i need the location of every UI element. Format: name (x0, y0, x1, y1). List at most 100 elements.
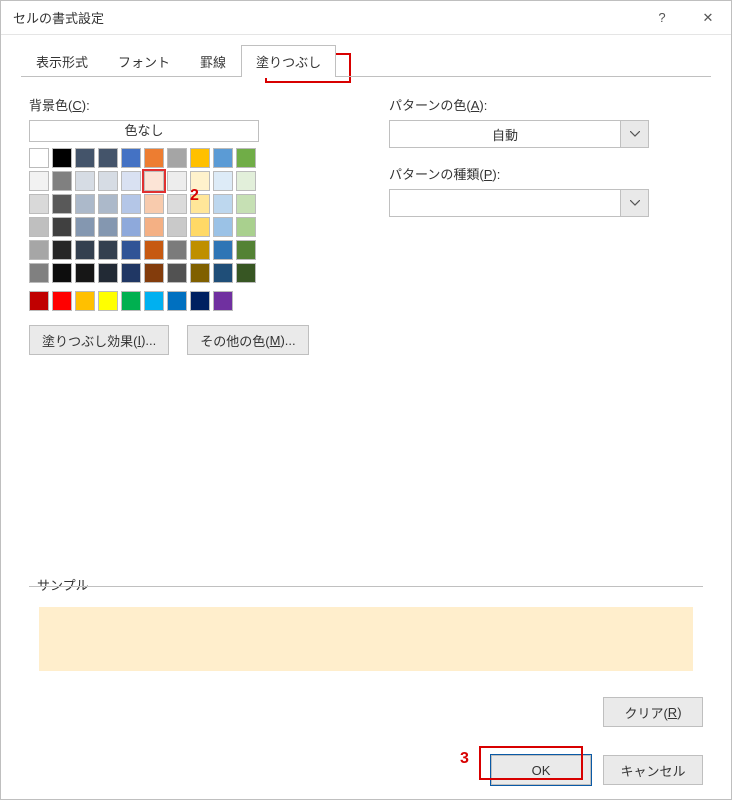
clear-post: ) (677, 705, 681, 720)
color-swatch[interactable] (98, 194, 118, 214)
color-swatch[interactable] (29, 171, 49, 191)
color-swatch[interactable] (144, 291, 164, 311)
more-colors-button[interactable]: その他の色(M)... (187, 325, 308, 355)
color-swatch[interactable] (29, 194, 49, 214)
close-button[interactable]: ✕ (685, 1, 731, 35)
bgcolor-accel: C (72, 98, 81, 113)
color-swatch[interactable] (121, 291, 141, 311)
color-swatch[interactable] (236, 148, 256, 168)
color-swatch[interactable] (236, 263, 256, 283)
color-swatch[interactable] (121, 240, 141, 260)
color-swatch[interactable] (236, 194, 256, 214)
color-swatch[interactable] (144, 263, 164, 283)
help-button[interactable]: ? (639, 1, 685, 35)
swatch-row (29, 148, 329, 168)
color-swatch[interactable] (75, 171, 95, 191)
color-swatch[interactable] (213, 171, 233, 191)
color-swatch[interactable] (29, 291, 49, 311)
color-swatch[interactable] (75, 263, 95, 283)
color-swatch[interactable] (121, 194, 141, 214)
bgcolor-label-pre: 背景色( (29, 98, 72, 113)
color-swatch[interactable] (52, 240, 72, 260)
swatch-row (29, 171, 329, 191)
color-swatch[interactable] (190, 263, 210, 283)
color-swatch[interactable] (167, 240, 187, 260)
color-swatch[interactable] (121, 263, 141, 283)
tab-border[interactable]: 罫線 (185, 45, 241, 77)
color-swatch[interactable] (52, 217, 72, 237)
color-swatch[interactable] (190, 171, 210, 191)
ok-button[interactable]: OK (491, 755, 591, 785)
color-swatch[interactable] (236, 217, 256, 237)
color-swatch[interactable] (190, 291, 210, 311)
color-swatch[interactable] (167, 217, 187, 237)
color-swatch[interactable] (98, 291, 118, 311)
color-swatch[interactable] (29, 263, 49, 283)
color-swatch[interactable] (98, 217, 118, 237)
color-swatch[interactable] (121, 148, 141, 168)
color-swatch[interactable] (75, 240, 95, 260)
color-swatch[interactable] (144, 171, 164, 191)
color-swatch[interactable] (52, 291, 72, 311)
color-swatch[interactable] (167, 291, 187, 311)
color-swatch[interactable] (29, 240, 49, 260)
tab-font[interactable]: フォント (103, 45, 185, 77)
color-swatch[interactable] (52, 194, 72, 214)
color-swatch[interactable] (144, 194, 164, 214)
color-swatch[interactable] (167, 171, 187, 191)
pattern-style-select[interactable] (389, 189, 649, 217)
window-title: セルの書式設定 (13, 8, 639, 27)
sample-preview (39, 607, 693, 671)
tab-display-format[interactable]: 表示形式 (21, 45, 103, 77)
clear-button[interactable]: クリア(R) (603, 697, 703, 727)
color-swatch[interactable] (75, 194, 95, 214)
color-swatch[interactable] (213, 194, 233, 214)
fill-effects-button[interactable]: 塗りつぶし効果(I)... (29, 325, 169, 355)
color-swatch[interactable] (213, 291, 233, 311)
color-swatch[interactable] (190, 194, 210, 214)
color-swatch[interactable] (98, 148, 118, 168)
color-swatch[interactable] (213, 263, 233, 283)
pattern-color-select[interactable]: 自動 (389, 120, 649, 148)
pattern-style-label: パターンの種類(P): (389, 164, 703, 183)
color-swatch[interactable] (75, 148, 95, 168)
color-swatch[interactable] (213, 217, 233, 237)
color-swatch[interactable] (29, 217, 49, 237)
swatch-row (29, 194, 329, 214)
color-swatch[interactable] (121, 217, 141, 237)
tab-fill[interactable]: 塗りつぶし (241, 45, 336, 77)
color-swatch[interactable] (98, 240, 118, 260)
color-swatch[interactable] (213, 148, 233, 168)
color-swatch[interactable] (167, 148, 187, 168)
color-swatch[interactable] (167, 194, 187, 214)
no-color-button[interactable]: 色なし (29, 120, 259, 142)
clear-accel: R (668, 705, 677, 720)
color-swatch[interactable] (144, 240, 164, 260)
color-swatch[interactable] (190, 240, 210, 260)
color-swatch[interactable] (190, 148, 210, 168)
color-swatch[interactable] (190, 217, 210, 237)
color-swatch[interactable] (52, 263, 72, 283)
color-swatch[interactable] (52, 148, 72, 168)
color-swatch[interactable] (144, 217, 164, 237)
color-swatch[interactable] (98, 263, 118, 283)
theme-color-grid (29, 148, 329, 283)
color-swatch[interactable] (98, 171, 118, 191)
color-swatch[interactable] (121, 171, 141, 191)
color-swatch[interactable] (29, 148, 49, 168)
color-swatch[interactable] (213, 240, 233, 260)
close-icon: ✕ (703, 10, 714, 26)
color-swatch[interactable] (75, 217, 95, 237)
swatch-row (29, 240, 329, 260)
color-swatch[interactable] (236, 240, 256, 260)
cancel-button[interactable]: キャンセル (603, 755, 703, 785)
color-swatch[interactable] (167, 263, 187, 283)
pattern-color-label: パターンの色(A): (389, 95, 703, 114)
swatch-row (29, 217, 329, 237)
color-swatch[interactable] (144, 148, 164, 168)
bgcolor-label-post: ): (82, 98, 90, 113)
color-swatch[interactable] (52, 171, 72, 191)
titlebar: セルの書式設定 ? ✕ (1, 1, 731, 35)
color-swatch[interactable] (236, 171, 256, 191)
color-swatch[interactable] (75, 291, 95, 311)
